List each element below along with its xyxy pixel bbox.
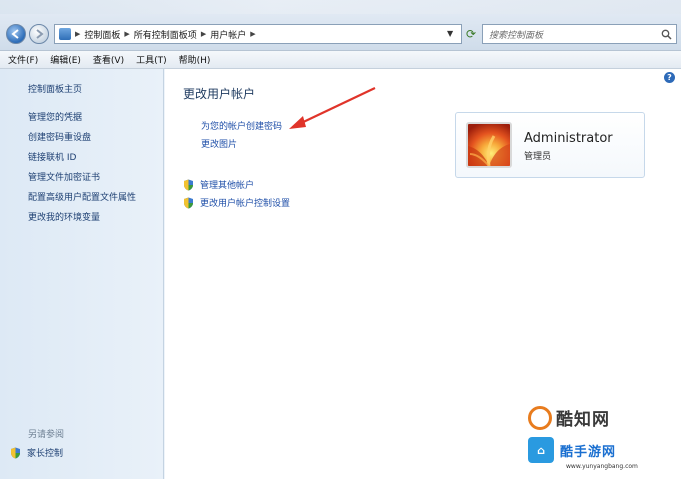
watermark-brand: 酷知网	[556, 410, 610, 430]
forward-button[interactable]	[29, 24, 49, 44]
breadcrumb-user-accounts[interactable]: 用户帐户	[210, 28, 246, 41]
account-role: 管理员	[524, 152, 552, 162]
watermark-house-icon: ⌂	[528, 437, 554, 463]
window-toolbar: ▶ 控制面板 ▶ 所有控制面板项 ▶ 用户帐户 ▶ ▼ ⟳ 搜索控制面板	[0, 0, 681, 51]
annotation-arrow-icon	[289, 87, 376, 129]
manage-other-accounts-link[interactable]: 管理其他帐户	[183, 178, 254, 191]
control-panel-icon	[59, 28, 71, 40]
title-bar	[0, 0, 681, 14]
sidebar-item-parental-controls[interactable]: 家长控制	[10, 446, 63, 459]
menu-bar: 文件(F) 编辑(E) 查看(V) 工具(T) 帮助(H)	[0, 51, 681, 69]
breadcrumb-all-items[interactable]: 所有控制面板项	[134, 28, 197, 41]
watermark-logo: 酷知网	[528, 405, 610, 430]
help-icon[interactable]: ?	[664, 72, 675, 83]
sidebar-item-password-reset-disk[interactable]: 创建密码重设盘	[28, 130, 91, 143]
shield-icon	[184, 179, 193, 190]
flower-avatar-icon	[468, 135, 510, 166]
breadcrumb-separator-icon[interactable]: ▶	[201, 30, 206, 38]
sidebar: 控制面板主页 管理您的凭据 创建密码重设盘 链接联机 ID 管理文件加密证书 配…	[0, 69, 164, 479]
search-input[interactable]: 搜索控制面板	[489, 28, 543, 41]
menu-tools[interactable]: 工具(T)	[136, 53, 167, 66]
breadcrumb-control-panel[interactable]: 控制面板	[84, 28, 120, 41]
account-card: Administrator 管理员	[455, 112, 645, 178]
create-password-link[interactable]: 为您的帐户创建密码	[201, 119, 282, 132]
search-box[interactable]: 搜索控制面板	[482, 24, 677, 44]
menu-file[interactable]: 文件(F)	[8, 53, 38, 66]
refresh-icon[interactable]: ⟳	[462, 24, 480, 44]
uac-settings-link[interactable]: 更改用户帐户控制设置	[183, 196, 290, 209]
see-also-heading: 另请参阅	[28, 430, 65, 440]
watermark-logo-2: ⌂ 酷手游网	[528, 437, 616, 463]
back-button[interactable]	[6, 24, 26, 44]
sidebar-item-environment-variables[interactable]: 更改我的环境变量	[28, 210, 100, 223]
breadcrumb-separator-icon[interactable]: ▶	[124, 30, 129, 38]
shield-icon	[184, 197, 193, 208]
manage-other-accounts-label: 管理其他帐户	[200, 181, 255, 191]
shield-icon	[11, 447, 20, 458]
page-title: 更改用户帐户	[183, 87, 256, 101]
breadcrumb-separator-icon[interactable]: ▶	[75, 30, 80, 38]
watermark-url: www.yunyangbang.com	[566, 463, 638, 470]
menu-edit[interactable]: 编辑(E)	[50, 53, 81, 66]
sidebar-control-panel-home[interactable]: 控制面板主页	[28, 82, 82, 95]
sidebar-item-encryption-certificates[interactable]: 管理文件加密证书	[28, 170, 100, 183]
menu-help[interactable]: 帮助(H)	[179, 53, 211, 66]
change-picture-link[interactable]: 更改图片	[201, 137, 237, 150]
sidebar-item-manage-credentials[interactable]: 管理您的凭据	[28, 110, 82, 123]
back-arrow-icon	[11, 29, 19, 39]
avatar[interactable]	[466, 122, 512, 168]
watermark-circle-icon	[528, 405, 552, 430]
parental-controls-label: 家长控制	[27, 449, 64, 459]
address-bar[interactable]: ▶ 控制面板 ▶ 所有控制面板项 ▶ 用户帐户 ▶	[54, 24, 462, 44]
account-name: Administrator	[524, 131, 613, 146]
menu-view[interactable]: 查看(V)	[93, 53, 124, 66]
watermark: 酷知网 ⌂ 酷手游网 www.yunyangbang.com	[528, 405, 678, 477]
breadcrumb-separator-icon[interactable]: ▶	[250, 30, 255, 38]
uac-settings-label: 更改用户帐户控制设置	[200, 199, 291, 209]
sidebar-item-advanced-profile[interactable]: 配置高级用户配置文件属性	[28, 190, 136, 203]
search-icon[interactable]	[661, 29, 672, 40]
forward-arrow-icon	[36, 29, 44, 39]
watermark-brand-2: 酷手游网	[560, 444, 617, 460]
sidebar-item-link-online-id[interactable]: 链接联机 ID	[28, 150, 76, 163]
address-dropdown-icon[interactable]: ▼	[447, 29, 453, 38]
